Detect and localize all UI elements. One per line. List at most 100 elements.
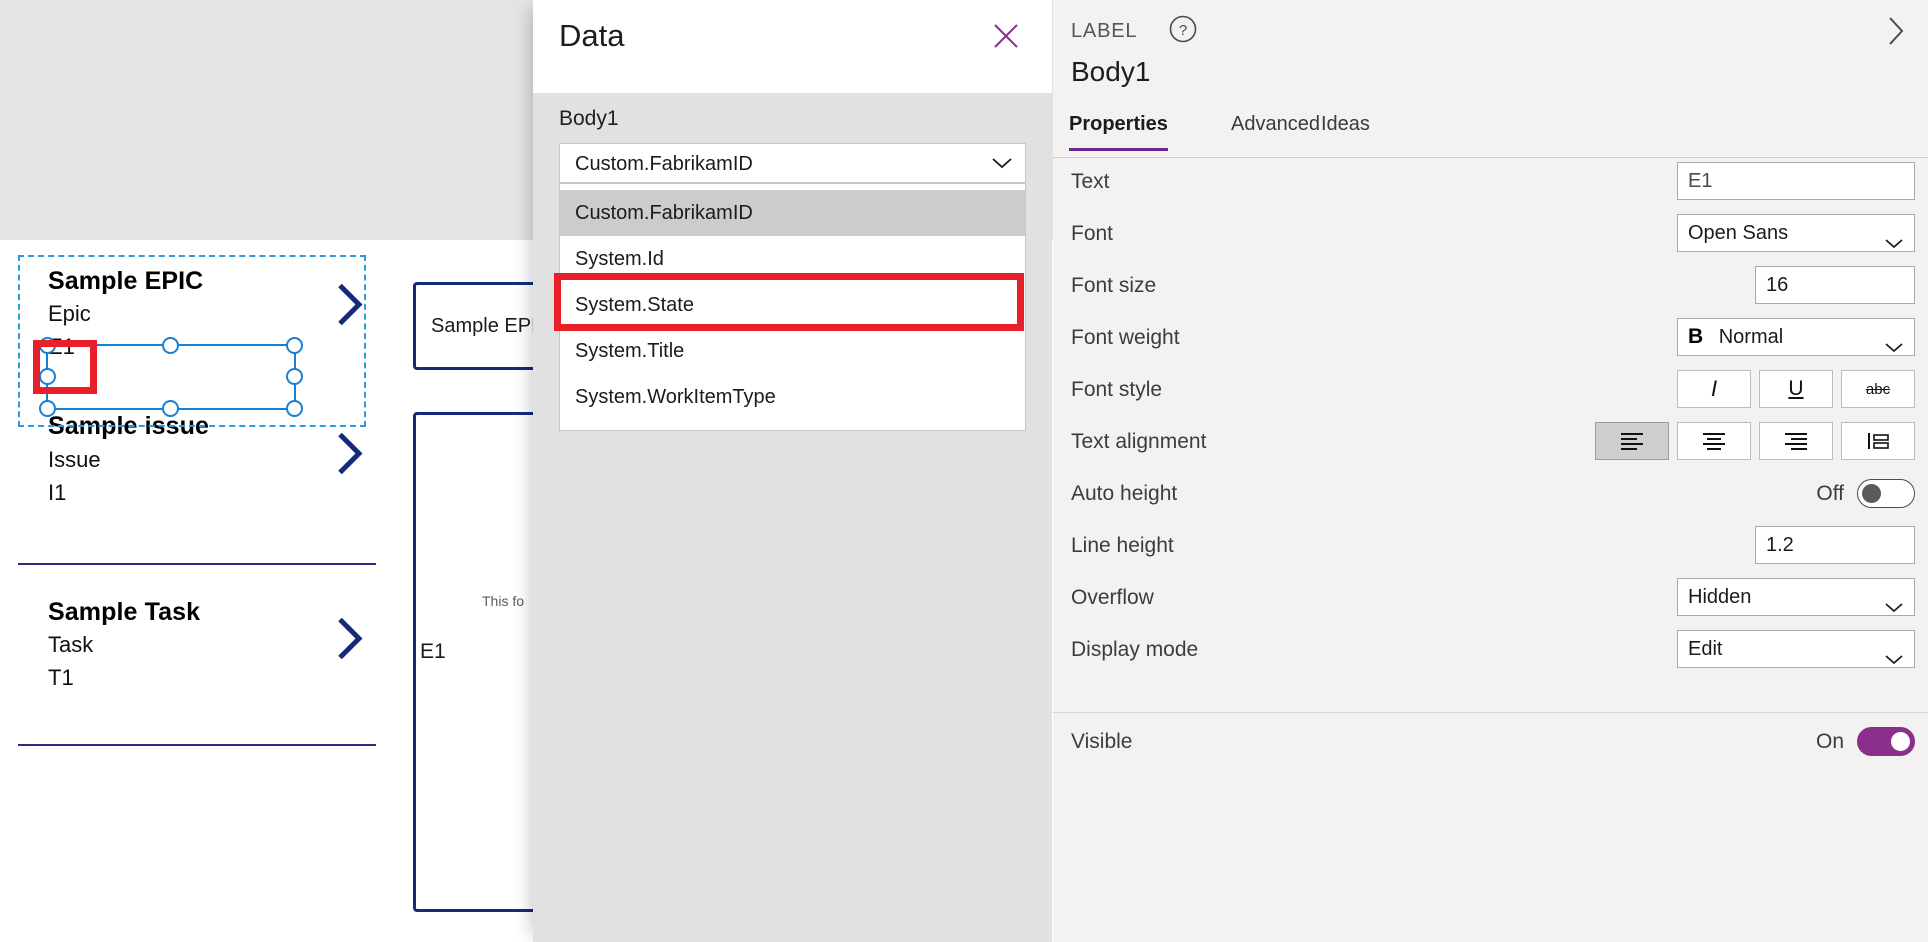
property-label: Overflow <box>1071 586 1154 609</box>
property-row-line-height: Line height 1.2 <box>1053 522 1928 574</box>
data-field-option-list[interactable]: Custom.FabrikamID System.Id System.State… <box>559 183 1026 431</box>
display-mode-value: Edit <box>1688 638 1723 660</box>
tab-ideas[interactable]: Ideas <box>1321 113 1370 148</box>
close-icon[interactable] <box>984 14 1028 58</box>
properties-tabs[interactable]: Properties Advanced Ideas <box>1053 105 1928 158</box>
data-field-option[interactable]: System.Id <box>560 236 1025 282</box>
overflow-value: Hidden <box>1688 586 1752 608</box>
auto-height-toggle[interactable] <box>1857 479 1915 508</box>
property-row-visible: Visible On <box>1053 718 1928 770</box>
app-root: Sample EPIC Epic E1 Sample issue Issue I… <box>0 0 1928 942</box>
property-label: Visible <box>1071 730 1133 753</box>
strikethrough-icon[interactable]: abc <box>1841 370 1915 408</box>
font-dropdown[interactable]: Open Sans <box>1677 214 1915 252</box>
property-label: Text <box>1071 170 1110 193</box>
tab-advanced[interactable]: Advanced <box>1231 113 1320 148</box>
gallery-item-title: Sample EPIC <box>48 267 204 295</box>
property-label: Font <box>1071 222 1114 245</box>
control-kind-label: LABEL <box>1071 20 1138 42</box>
bold-icon: B <box>1688 325 1704 348</box>
property-label: Font style <box>1071 378 1163 401</box>
property-row-text: Text E1 <box>1053 158 1928 210</box>
data-field-option[interactable]: System.Title <box>560 328 1025 374</box>
chevron-right-icon[interactable] <box>334 430 364 481</box>
gallery-item-type: Epic <box>48 301 91 327</box>
gallery-separator <box>18 743 376 746</box>
property-row-auto-height: Auto height Off <box>1053 470 1928 522</box>
detail-note-text: This fo <box>482 593 525 609</box>
underline-icon[interactable]: U <box>1759 370 1833 408</box>
gallery-item-id: I1 <box>48 479 67 505</box>
tab-properties[interactable]: Properties <box>1069 113 1168 151</box>
gallery-control[interactable]: Sample EPIC Epic E1 Sample issue Issue I… <box>0 240 400 942</box>
italic-glyph: I <box>1710 376 1718 401</box>
control-name: Body1 <box>1071 56 1151 87</box>
font-style-button-group[interactable]: I U abc <box>1677 370 1915 408</box>
property-label: Font weight <box>1071 326 1180 349</box>
align-justify-icon[interactable] <box>1841 422 1915 460</box>
data-flyout-panel: Data Body1 Custom.FabrikamID Custom.Fabr… <box>533 0 1052 942</box>
font-weight-value: Normal <box>1718 326 1784 348</box>
display-mode-dropdown[interactable]: Edit <box>1677 630 1915 668</box>
properties-pane-header: LABEL ? Body1 <box>1053 0 1928 105</box>
italic-icon[interactable]: I <box>1677 370 1751 408</box>
font-size-input[interactable]: 16 <box>1755 266 1915 304</box>
property-row-overflow: Overflow Hidden <box>1053 574 1928 626</box>
property-label: Line height <box>1071 534 1174 557</box>
chevron-down-icon <box>1884 642 1904 678</box>
chevron-down-icon <box>1884 330 1904 366</box>
data-panel-header: Data <box>533 0 1052 93</box>
property-row-font-size: Font size 16 <box>1053 262 1928 314</box>
align-right-icon[interactable] <box>1759 422 1833 460</box>
detail-id-text: E1 <box>420 640 446 663</box>
visible-toggle[interactable] <box>1857 727 1915 756</box>
properties-divider <box>1053 712 1928 713</box>
data-field-option[interactable]: System.WorkItemType <box>560 374 1025 420</box>
properties-list: Text E1 Font Open Sans Font size 16 Font… <box>1053 158 1928 678</box>
chevron-down-icon <box>1884 590 1904 626</box>
font-dropdown-value: Open Sans <box>1688 222 1789 244</box>
data-panel-title: Data <box>559 18 625 53</box>
data-field-combobox-value: Custom.FabrikamID <box>575 153 753 175</box>
chevron-right-icon[interactable] <box>1882 14 1908 53</box>
property-label: Auto height <box>1071 482 1178 505</box>
data-field-option[interactable]: System.State <box>560 282 1025 328</box>
gallery-item-id: E1 <box>48 334 75 360</box>
help-circle-icon[interactable]: ? <box>1168 14 1198 49</box>
toggle-knob <box>1891 732 1910 751</box>
property-row-font: Font Open Sans <box>1053 210 1928 262</box>
gallery-item[interactable]: Sample EPIC Epic E1 <box>0 240 400 373</box>
property-label: Display mode <box>1071 638 1199 661</box>
gallery-item-title: Sample Task <box>48 597 201 626</box>
chevron-down-icon <box>991 156 1013 175</box>
data-field-combobox[interactable]: Custom.FabrikamID <box>559 143 1026 183</box>
toggle-knob <box>1862 484 1881 503</box>
data-field-section-label: Body1 <box>559 107 619 130</box>
property-row-display-mode: Display mode Edit <box>1053 626 1928 678</box>
align-left-icon[interactable] <box>1595 422 1669 460</box>
underline-glyph: U <box>1788 377 1804 400</box>
text-alignment-button-group[interactable] <box>1595 422 1915 460</box>
text-input[interactable]: E1 <box>1677 162 1915 200</box>
chevron-down-icon <box>1884 226 1904 262</box>
visible-state: On <box>1815 729 1844 753</box>
gallery-item-id: T1 <box>48 664 74 690</box>
align-center-icon[interactable] <box>1677 422 1751 460</box>
property-label: Font size <box>1071 274 1157 297</box>
property-label: Text alignment <box>1071 430 1207 453</box>
data-field-option[interactable]: Custom.FabrikamID <box>560 190 1025 236</box>
overflow-dropdown[interactable]: Hidden <box>1677 578 1915 616</box>
property-row-text-alignment: Text alignment <box>1053 418 1928 470</box>
data-panel-body: Body1 Custom.FabrikamID Custom.FabrikamI… <box>533 93 1052 942</box>
gallery-item[interactable]: Sample issue Issue I1 <box>0 393 400 518</box>
line-height-input[interactable]: 1.2 <box>1755 526 1915 564</box>
font-weight-dropdown[interactable]: B Normal <box>1677 318 1915 356</box>
gallery-item-title: Sample issue <box>48 412 210 441</box>
auto-height-state: Off <box>1816 481 1844 505</box>
chevron-right-icon[interactable] <box>334 281 364 332</box>
gallery-item-type: Task <box>48 631 94 657</box>
gallery-item[interactable]: Sample Task Task T1 <box>0 579 400 704</box>
properties-pane: LABEL ? Body1 Properties Advanced Ideas … <box>1053 0 1928 942</box>
chevron-right-icon[interactable] <box>334 616 364 667</box>
property-row-font-weight: Font weight B Normal <box>1053 314 1928 366</box>
